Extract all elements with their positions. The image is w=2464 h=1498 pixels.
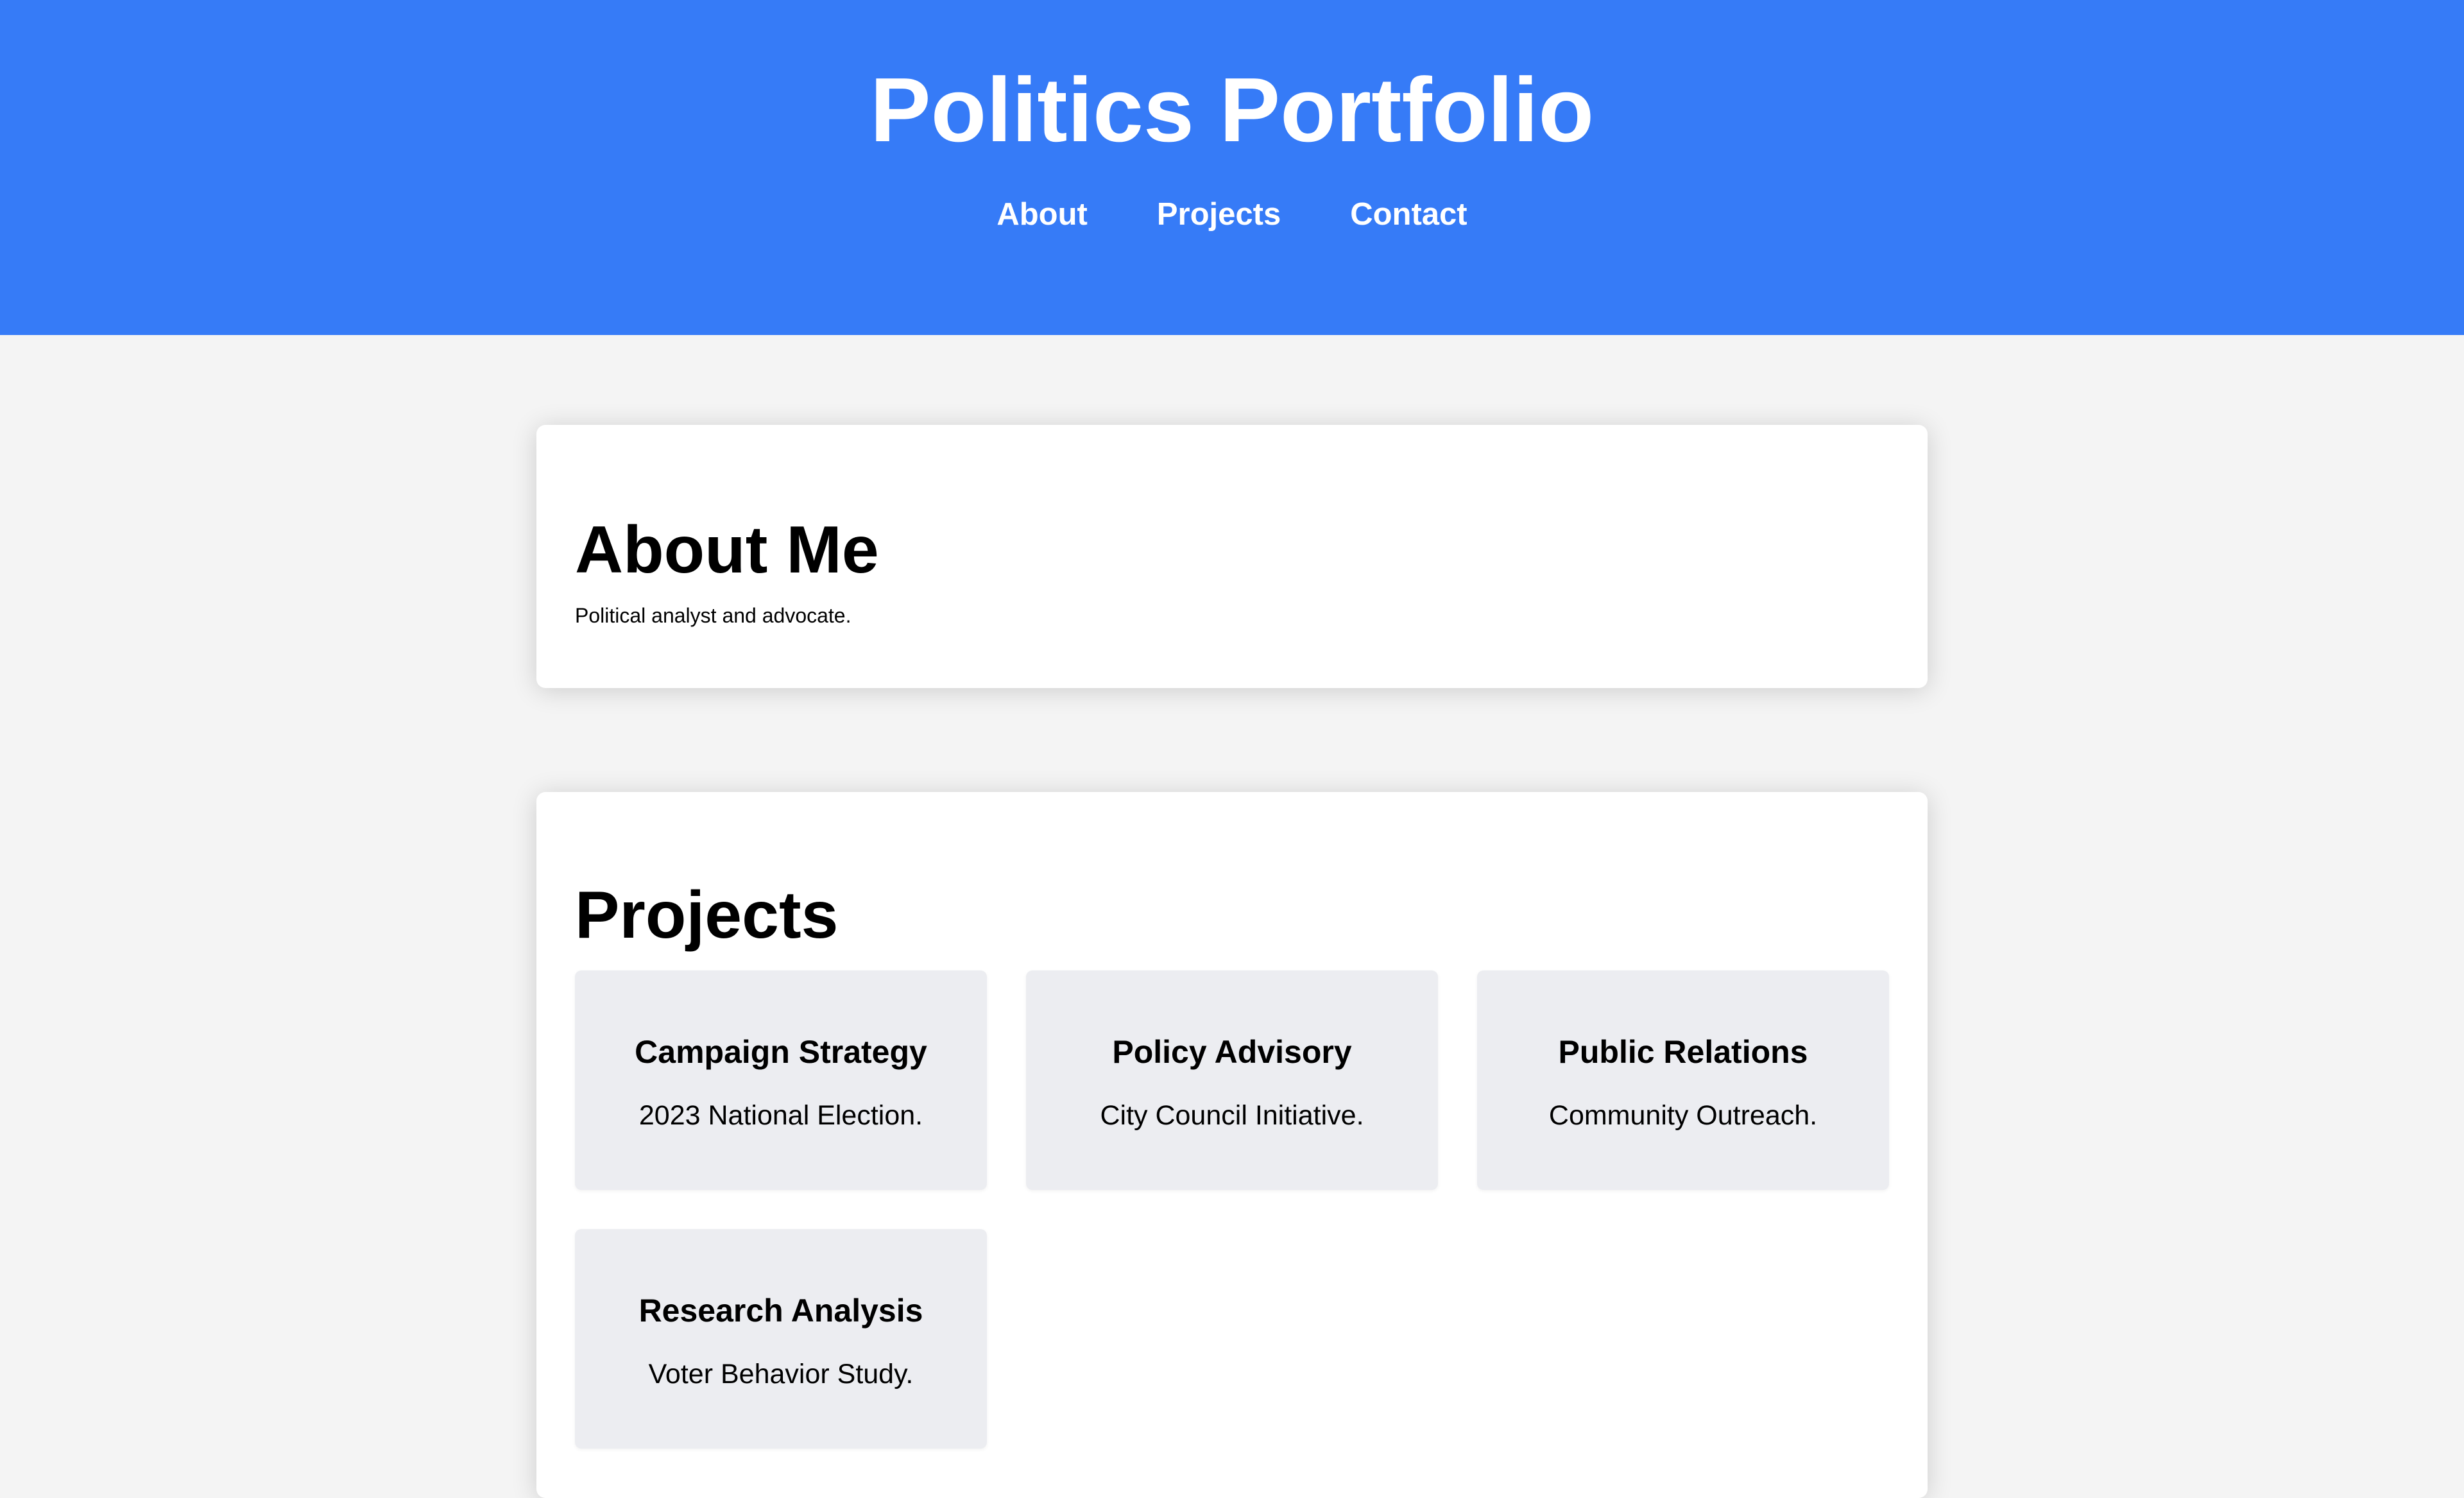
nav-about-link[interactable]: About bbox=[997, 193, 1088, 236]
project-description: 2023 National Election. bbox=[638, 1100, 923, 1131]
project-card-public-relations: Public Relations Community Outreach. bbox=[1477, 970, 1889, 1190]
project-description: Voter Behavior Study. bbox=[648, 1359, 914, 1390]
project-description: Community Outreach. bbox=[1548, 1100, 1818, 1131]
projects-heading: Projects bbox=[575, 878, 839, 952]
project-grid: Campaign Strategy 2023 National Election… bbox=[575, 970, 1889, 1449]
project-title: Research Analysis bbox=[638, 1293, 923, 1329]
nav-contact-link[interactable]: Contact bbox=[1350, 193, 1467, 236]
project-title: Campaign Strategy bbox=[635, 1034, 927, 1070]
about-section: About Me Political analyst and advocate. bbox=[536, 425, 1928, 688]
about-text: Political analyst and advocate. bbox=[575, 604, 851, 627]
about-heading: About Me bbox=[575, 513, 879, 587]
project-card-policy-advisory: Policy Advisory City Council Initiative. bbox=[1026, 970, 1438, 1190]
project-card-campaign-strategy: Campaign Strategy 2023 National Election… bbox=[575, 970, 987, 1190]
project-description: City Council Initiative. bbox=[1100, 1100, 1364, 1131]
site-title: Politics Portfolio bbox=[869, 59, 1595, 161]
project-title: Public Relations bbox=[1558, 1034, 1808, 1070]
projects-section: Projects Campaign Strategy 2023 National… bbox=[536, 792, 1928, 1498]
nav-projects-link[interactable]: Projects bbox=[1157, 193, 1281, 236]
main-nav: About Projects Contact bbox=[0, 193, 2464, 236]
project-card-research-analysis: Research Analysis Voter Behavior Study. bbox=[575, 1229, 987, 1449]
project-title: Policy Advisory bbox=[1112, 1034, 1352, 1070]
site-header: Politics Portfolio About Projects Contac… bbox=[0, 0, 2464, 335]
